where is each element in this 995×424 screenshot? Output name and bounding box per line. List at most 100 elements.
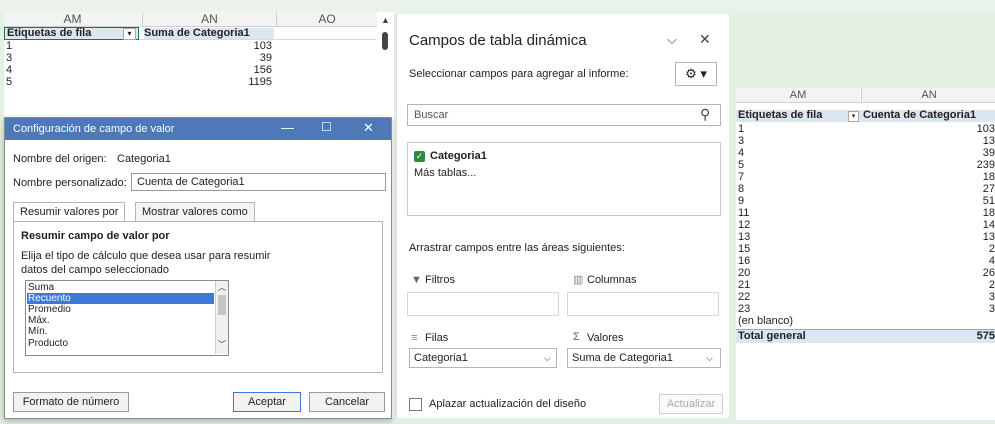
grand-total-value: 575 [976, 330, 995, 342]
row-label: 7 [738, 171, 745, 183]
list-item[interactable]: Producto [28, 338, 214, 349]
row-label: 20 [738, 267, 751, 279]
list-item[interactable]: Máx. [28, 315, 214, 326]
row-label: (en blanco) [738, 315, 794, 327]
list-item[interactable]: Mín. [28, 326, 214, 337]
scroll-thumb[interactable] [382, 32, 388, 50]
field-item-categoria1[interactable]: Categoria1 [430, 150, 487, 162]
row-label: 13 [738, 231, 751, 243]
listbox-scroll-thumb[interactable] [218, 295, 226, 315]
list-item[interactable]: Suma [28, 282, 214, 293]
columns-icon: ▥ [573, 274, 584, 286]
row-value: 3 [988, 303, 995, 315]
chevron-down-icon[interactable]: ⌵ [544, 349, 551, 367]
rows-icon: ≡ [411, 332, 418, 344]
list-item[interactable]: Promedio [28, 304, 214, 315]
pivot-header-row: Etiquetas de fila ▾ Cuenta de Categoria1 [736, 110, 995, 122]
vertical-scrollbar[interactable]: ▲ [378, 12, 392, 122]
row-label: 11 [738, 207, 750, 219]
update-button[interactable]: Actualizar [659, 394, 723, 414]
column-header-am[interactable]: AM [736, 88, 860, 103]
chevron-down-icon[interactable]: ⌵ [706, 349, 713, 367]
row-value: 39 [259, 52, 272, 64]
columns-drop-area[interactable] [567, 292, 719, 316]
rows-field-value: Categoria1 [414, 352, 468, 364]
tab-summarize-values[interactable]: Resumir valores por [13, 202, 126, 222]
pivot-fields-pane: Campos de tabla dinámica ⌵ ✕ Seleccionar… [396, 14, 729, 418]
row-label: 1 [6, 40, 13, 52]
column-header-ao[interactable]: AO [276, 12, 377, 27]
row-value: 13 [982, 231, 995, 243]
listbox-scrollbar[interactable]: ︿ ﹀ [215, 281, 228, 354]
column-header-an[interactable]: AN [142, 12, 276, 27]
scroll-up-arrow-icon[interactable]: ▲ [381, 15, 390, 25]
row-label: 3 [738, 135, 745, 147]
filter-icon: ▼ [411, 274, 422, 286]
row-label: 15 [738, 243, 751, 255]
custom-name-input[interactable]: Cuenta de Categoria1 [131, 173, 386, 191]
column-header-am[interactable]: AM [4, 12, 141, 27]
row-labels-header: Etiquetas de fila [7, 27, 92, 39]
row-value: 26 [982, 267, 995, 279]
close-icon[interactable]: ✕ [699, 31, 711, 48]
checkbox-checked-icon[interactable]: ✓ [414, 151, 425, 162]
number-format-button[interactable]: Formato de número [13, 392, 129, 412]
settings-gear-icon[interactable]: ⚙ ▾ [675, 62, 717, 86]
filter-dropdown-icon[interactable]: ▾ [123, 28, 136, 40]
row-label: 8 [738, 183, 745, 195]
row-value: 14 [982, 219, 995, 231]
custom-name-label: Nombre personalizado: [13, 177, 127, 189]
row-value: 39 [982, 147, 995, 159]
defer-update-label: Aplazar actualización del diseño [429, 398, 587, 410]
calculation-listbox[interactable]: Suma Recuento Promedio Máx. Mín. Product… [25, 280, 229, 356]
ok-button[interactable]: Aceptar [233, 392, 301, 412]
row-value: 2 [988, 279, 995, 291]
row-value: 3 [988, 291, 995, 303]
chevron-up-icon[interactable]: ︿ [218, 282, 226, 293]
row-value: 1195 [248, 76, 272, 88]
close-icon[interactable]: ✕ [363, 120, 374, 136]
filters-drop-area[interactable] [407, 292, 559, 316]
drag-instruction: Arrastrar campos entre las áreas siguien… [409, 242, 625, 254]
row-label: 16 [738, 255, 751, 267]
column-header-an[interactable]: AN [861, 88, 995, 103]
row-label: 12 [738, 219, 751, 231]
value-field-settings-dialog: Configuración de campo de valor — ☐ ✕ No… [4, 117, 392, 419]
row-value: 103 [976, 123, 995, 135]
columns-area-label: Columnas [587, 274, 637, 286]
row-label: 21 [738, 279, 751, 291]
list-item-selected[interactable]: Recuento [27, 293, 214, 304]
row-label: 23 [738, 303, 751, 315]
values-field-value: Suma de Categoria1 [572, 352, 673, 364]
more-tables-link[interactable]: Más tablas... [414, 167, 476, 179]
field-list: ✓ Categoria1 Más tablas... [407, 142, 721, 216]
filter-dropdown-icon[interactable]: ▾ [848, 111, 859, 122]
chevron-down-icon[interactable]: ﹀ [218, 339, 226, 350]
cancel-button[interactable]: Cancelar [309, 392, 385, 412]
section-title: Resumir campo de valor por [21, 230, 170, 242]
row-label: 3 [6, 52, 13, 64]
defer-update-checkbox[interactable] [409, 398, 422, 411]
sum-header: Suma de Categoria1 [144, 28, 274, 39]
minimize-icon[interactable]: — [281, 120, 294, 135]
search-placeholder: Buscar [414, 109, 449, 121]
search-input[interactable]: Buscar ⚲ [407, 104, 721, 126]
instruction-line-1: Elija el tipo de cálculo que desea usar … [21, 250, 271, 262]
chevron-down-icon[interactable]: ⌵ [667, 32, 677, 48]
maximize-icon[interactable]: ☐ [321, 120, 332, 134]
row-value: 4 [988, 255, 995, 267]
row-label: 22 [738, 291, 751, 303]
values-field-dropdown[interactable]: Suma de Categoria1 ⌵ [567, 348, 721, 368]
grand-total-label: Total general [738, 330, 806, 342]
source-name-label: Nombre del origen: [13, 153, 107, 165]
pivot-header-row: Etiquetas de fila ▾ Suma de Categoria1 [4, 27, 376, 40]
filters-area-label: Filtros [425, 274, 455, 286]
dialog-titlebar[interactable]: Configuración de campo de valor — ☐ ✕ [5, 118, 391, 140]
row-labels-header-cell[interactable]: Etiquetas de fila ▾ [4, 27, 139, 40]
search-icon[interactable]: ⚲ [700, 106, 710, 123]
tab-show-values-as[interactable]: Mostrar valores como [135, 202, 255, 222]
values-area-label: Valores [587, 332, 624, 344]
rows-field-dropdown[interactable]: Categoria1 ⌵ [409, 348, 557, 368]
row-label: 5 [6, 76, 13, 88]
sigma-icon: Σ [573, 331, 580, 343]
